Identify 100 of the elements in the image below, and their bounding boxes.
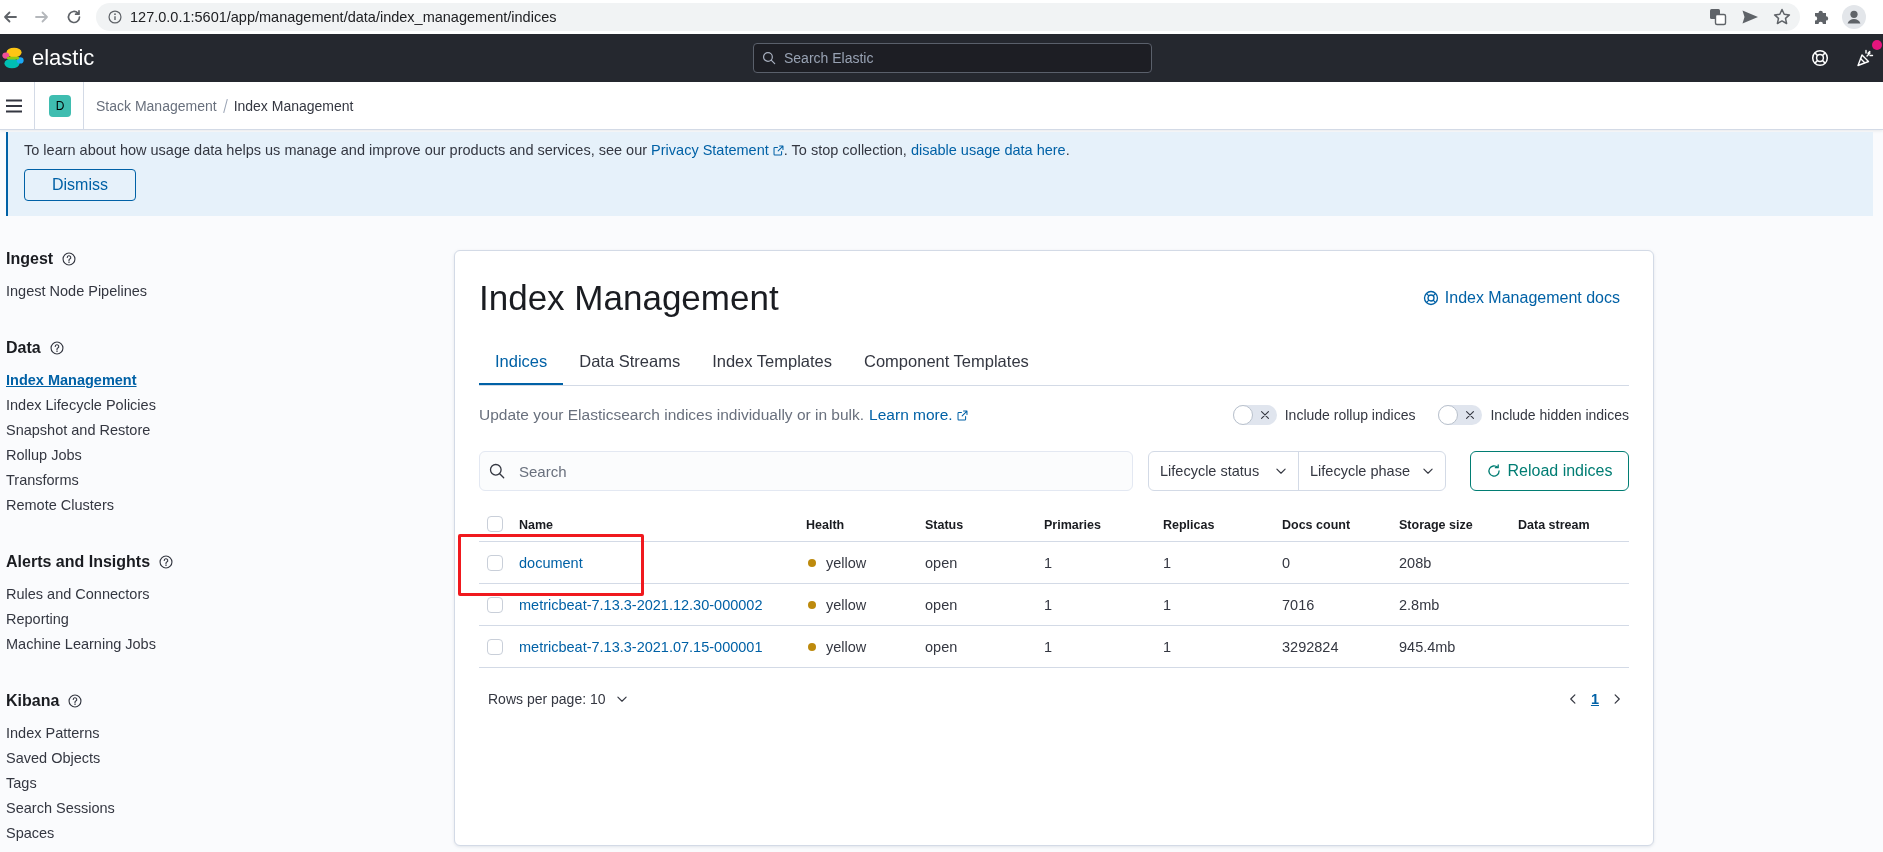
arrow-left-icon[interactable] [2,9,18,25]
info-icon[interactable] [108,10,122,24]
inline-link[interactable]: disable usage data here [910,142,1066,158]
question-circle-icon[interactable] [49,341,64,355]
index-name-link[interactable]: metricbeat-7.13.3-2021.12.30-000002 [519,596,763,613]
profile-avatar-icon[interactable] [1842,5,1866,29]
breadcrumb-link[interactable]: Index Management [233,97,354,114]
refresh-icon [1486,464,1501,478]
section-heading: Ingest [6,250,54,268]
nav-link[interactable]: Reporting [6,607,69,632]
table-cell: 0 [1282,554,1291,571]
table-cell: open [925,638,958,655]
rows-per-page-button[interactable]: Rows per page: 10 [488,691,628,707]
puzzle-piece-icon[interactable] [1813,8,1831,26]
column-header: Replicas [1163,517,1215,532]
nav-link[interactable]: Rules and Connectors [6,582,150,607]
column-header: Docs count [1282,517,1351,532]
tab[interactable]: Index Templates [696,339,848,385]
filter-button[interactable]: Lifecycle phase [1299,452,1445,490]
row-checkbox[interactable] [487,638,503,655]
page-title: Index Management [479,277,779,319]
lifebuoy-icon [1422,290,1439,306]
docs-link[interactable]: Index Management docs [1422,289,1629,307]
column-header: Primaries [1044,517,1101,532]
nav-link[interactable]: Ingest Node Pipelines [6,279,148,304]
search-icon [489,463,505,479]
table-cell: 1 [1163,638,1172,655]
external-link-icon [956,410,968,421]
search-icon [762,51,776,65]
nav-link[interactable]: Index Management [6,368,137,393]
nav-link[interactable]: Search Sessions [6,796,115,821]
description-text: Update your Elasticsearch indices individually or in bulk. Learn more. [479,406,968,424]
nav-link[interactable]: Snapshot and Restore [6,418,151,443]
reload-icon[interactable] [66,9,82,25]
nav-link[interactable]: Index Lifecycle Policies [6,393,156,418]
search-field[interactable]: Search Elastic [753,43,1152,73]
index-name-link[interactable]: metricbeat-7.13.3-2021.07.15-000001 [519,638,763,655]
row-checkbox[interactable] [487,554,503,571]
table-cell: 2.8mb [1399,596,1440,613]
table-cell: open [925,554,958,571]
table-cell: 1 [1163,596,1172,613]
table-cell: 1 [1044,596,1053,613]
question-circle-icon[interactable] [68,694,83,708]
toggle-switch[interactable] [1438,405,1483,425]
section-heading: Alerts and Insights [6,553,151,571]
url-text: 127.0.0.1:5601/app/management/data/index_management/indices [130,9,557,25]
column-header: Data stream [1518,517,1590,532]
nav-link[interactable]: Tags [6,771,37,796]
learn-more-link[interactable]: Learn more. [869,406,968,423]
usage-notice-text: To learn about how usage data helps us manage and improve our products and services, see our Privacy Statement . To stop collection, disable usage data here. [24,141,1071,160]
nav-link[interactable]: Rollup Jobs [6,443,82,468]
table-cell: open [925,596,958,613]
nav-link[interactable]: Remote Clusters [6,493,114,518]
select-all-checkbox[interactable] [487,515,503,532]
space-avatar-button[interactable]: D [49,94,71,117]
nav-link[interactable]: Spaces [6,821,55,846]
column-header: Storage size [1399,517,1473,532]
toggle-label[interactable]: Include rollup indices [1284,407,1416,423]
address-bar[interactable]: 127.0.0.1:5601/app/management/data/index_management/indices [96,3,1800,31]
elastic-logo-icon[interactable] [2,47,24,69]
index-name-link[interactable]: document [519,554,583,571]
tab[interactable]: Indices [479,339,564,385]
table-cell: 3292824 [1282,638,1339,655]
column-header: Health [806,517,845,532]
page-number-button[interactable]: 1 [1582,691,1607,707]
star-icon[interactable] [1773,8,1791,26]
health-text: yellow [826,638,867,655]
toggle-label[interactable]: Include hidden indices [1490,407,1629,423]
cross-icon [1259,410,1270,420]
column-header: Name [519,517,554,532]
question-circle-icon[interactable] [159,555,174,569]
table-cell: 945.4mb [1399,638,1456,655]
lifebuoy-icon[interactable] [1811,49,1829,67]
send-icon[interactable] [1741,8,1759,26]
table-cell: 1 [1163,554,1172,571]
reload-button[interactable]: Reload indices [1470,451,1629,491]
translate-icon[interactable] [1709,8,1727,26]
dismiss-button[interactable]: Dismiss [24,169,136,201]
nav-link[interactable]: Transforms [6,468,79,493]
inline-link[interactable]: Privacy Statement [651,142,784,158]
health-text: yellow [826,554,867,571]
row-checkbox[interactable] [487,596,503,613]
table-cell: 208b [1399,554,1432,571]
table-cell: 1 [1044,638,1053,655]
tab[interactable]: Data Streams [563,339,697,385]
external-link-icon [772,145,784,156]
table-cell: 7016 [1282,596,1315,613]
question-circle-icon[interactable] [62,252,77,266]
nav-link[interactable]: Saved Objects [6,746,101,771]
logo-text[interactable]: elastic [32,45,95,71]
toggle-switch[interactable] [1232,405,1277,425]
tab[interactable]: Component Templates [848,339,1045,385]
filter-button[interactable]: Lifecycle status [1149,452,1299,490]
nav-link[interactable]: Machine Learning Jobs [6,632,156,657]
breadcrumb-link[interactable]: Stack Management [96,97,217,114]
nav-link[interactable]: Index Patterns [6,721,100,746]
column-header: Status [925,517,964,532]
party-popper-icon[interactable] [1856,49,1874,67]
section-heading: Data [6,339,41,357]
menu-icon[interactable] [6,98,22,113]
